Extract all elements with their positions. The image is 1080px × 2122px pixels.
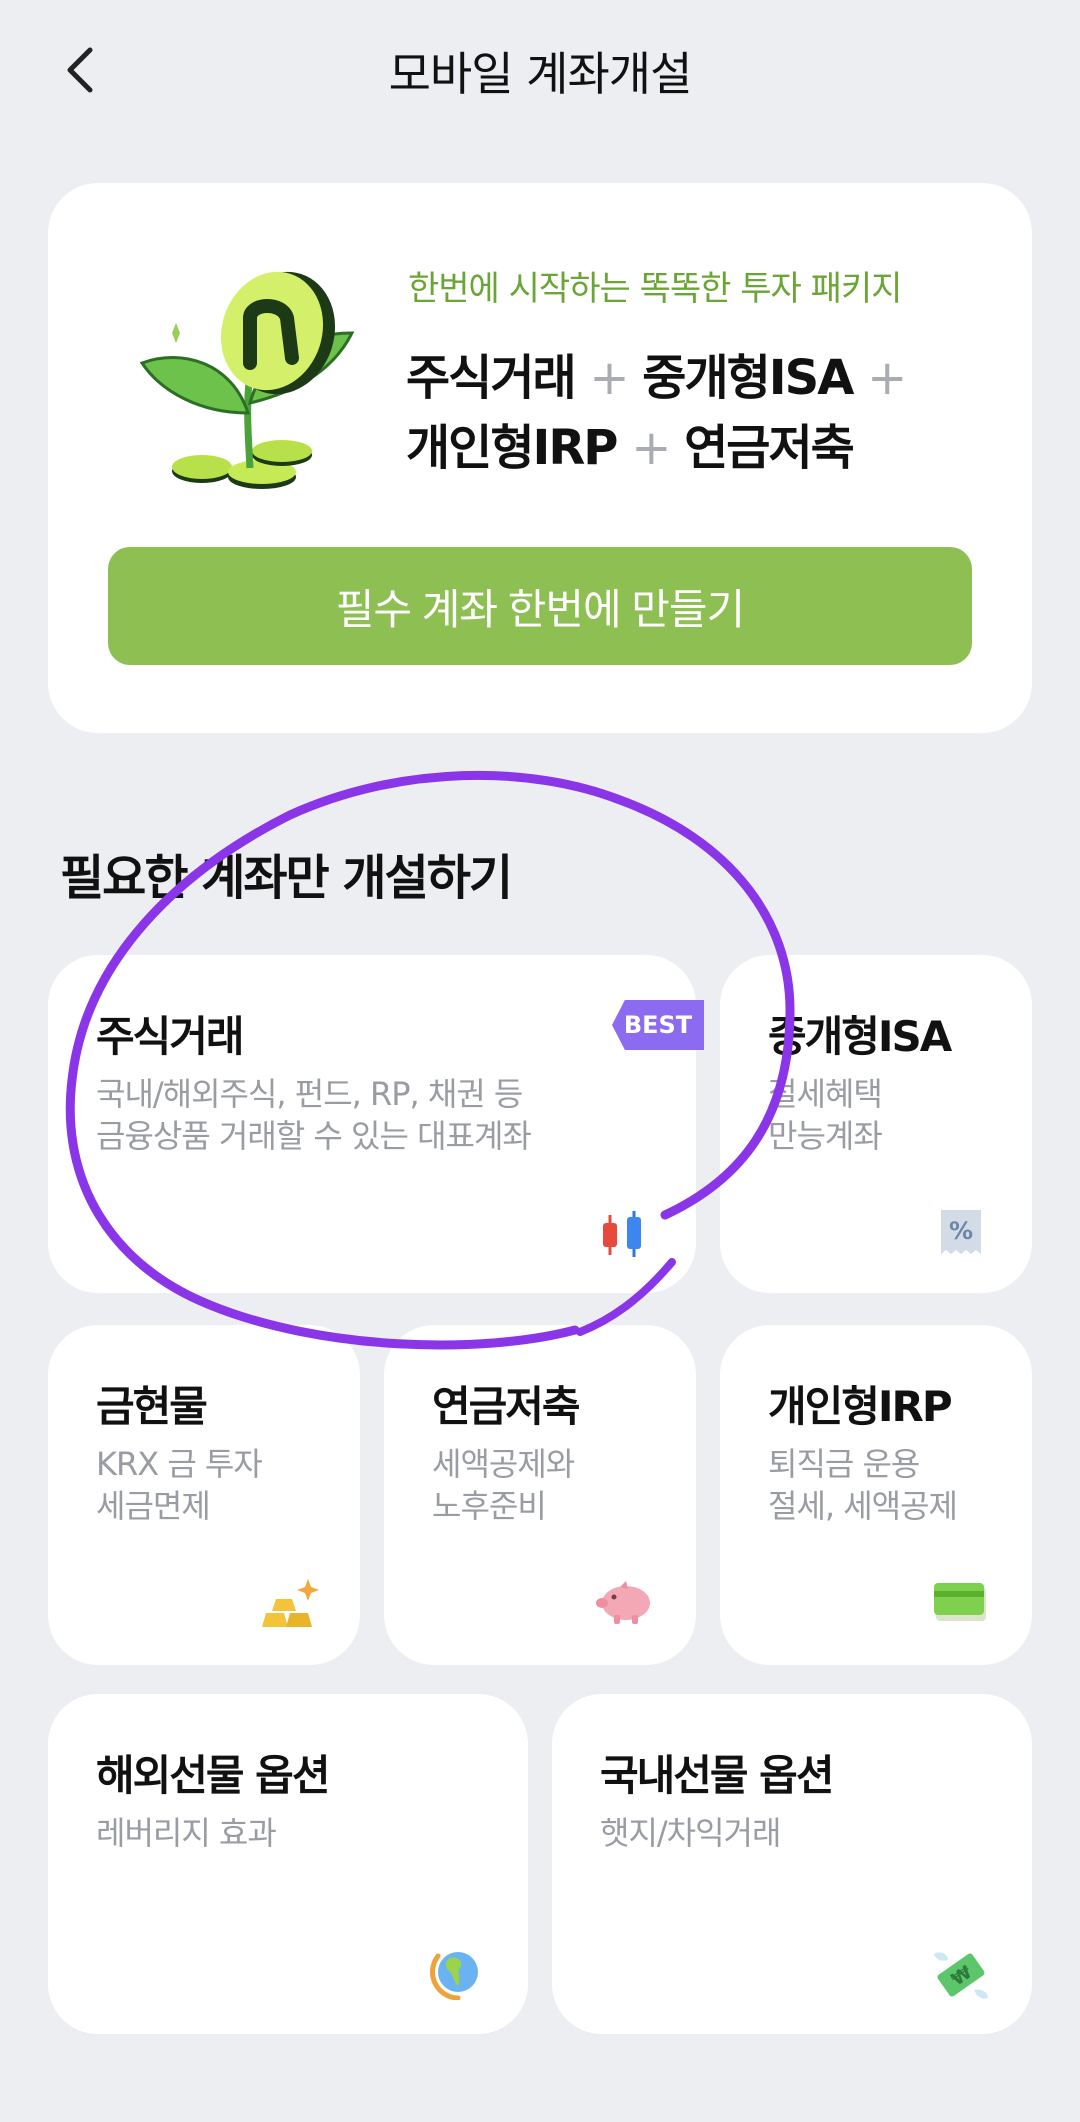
package-item-irp: 개인형IRP xyxy=(406,420,618,476)
tile-description: 퇴직금 운용 절세, 세액공제 xyxy=(768,1445,958,1525)
tile-domestic-futures[interactable]: 국내선물 옵션 햇지/차익거래 ₩ xyxy=(552,1694,1032,2034)
tile-pension-savings[interactable]: 연금저축 세액공제와 노후준비 xyxy=(384,1325,696,1665)
page-title: 모바일 계좌개설 xyxy=(388,47,693,101)
tile-title: 연금저축 xyxy=(432,1382,581,1431)
tile-description: 국내/해외주식, 펀드, RP, 채권 등 금융상품 거래할 수 있는 대표계좌 xyxy=(96,1075,532,1155)
package-item-isa: 중개형ISA xyxy=(642,350,854,406)
package-item-pension: 연금저축 xyxy=(684,420,855,476)
tile-description: 햇지/차익거래 xyxy=(600,1814,781,1852)
tile-gold[interactable]: 금현물 KRX 금 투자 세금면제 xyxy=(48,1325,360,1665)
tile-description: 세액공제와 노후준비 xyxy=(432,1445,575,1525)
tile-description: KRX 금 투자 세금면제 xyxy=(96,1445,263,1525)
percent-receipt-icon: % xyxy=(941,1210,981,1254)
sprout-coin-icon xyxy=(139,271,355,489)
plus-sign: + xyxy=(589,350,629,406)
tile-description: 레버리지 효과 xyxy=(96,1814,277,1852)
tile-description: 절세혜택 만능계좌 xyxy=(768,1075,883,1155)
tile-irp[interactable]: 개인형IRP 퇴직금 운용 절세, 세액공제 xyxy=(720,1325,1032,1665)
tile-title: 해외선물 옵션 xyxy=(96,1751,330,1800)
tile-title: 개인형IRP xyxy=(768,1382,953,1431)
card-icon xyxy=(934,1583,986,1621)
tile-title: 주식거래 xyxy=(96,1012,245,1061)
tile-title: 중개형ISA xyxy=(768,1012,952,1061)
candlestick-chart-icon xyxy=(603,1211,641,1257)
svg-text:%: % xyxy=(949,1217,973,1245)
tile-isa[interactable]: 중개형ISA 절세혜택 만능계좌 % xyxy=(720,955,1032,1293)
plus-sign: + xyxy=(867,350,907,406)
tile-stock-trading[interactable]: 주식거래 국내/해외주식, 펀드, RP, 채권 등 금융상품 거래할 수 있는… xyxy=(48,955,704,1293)
package-item-stock: 주식거래 xyxy=(406,350,577,406)
create-all-accounts-button[interactable]: 필수 계좌 한번에 만들기 xyxy=(108,547,972,665)
package-title: 주식거래 + 중개형ISA + 개인형IRP + 연금저축 xyxy=(406,343,907,483)
globe-icon xyxy=(430,1952,478,2000)
money-wings-icon: ₩ xyxy=(934,1952,988,1999)
best-badge: BEST xyxy=(612,1000,704,1050)
piggy-bank-icon xyxy=(596,1581,650,1624)
tile-title: 국내선물 옵션 xyxy=(600,1751,834,1800)
tile-title: 금현물 xyxy=(96,1382,208,1431)
header-bar: 모바일 계좌개설 xyxy=(0,0,1080,135)
section-title: 필요한 계좌만 개설하기 xyxy=(60,850,513,906)
tile-overseas-futures[interactable]: 해외선물 옵션 레버리지 효과 xyxy=(48,1694,528,2034)
package-line-2: 개인형IRP + 연금저축 xyxy=(406,413,905,483)
package-line-1: 주식거래 + 중개형ISA + xyxy=(406,343,907,413)
plus-sign: + xyxy=(631,420,671,476)
package-card: 한번에 시작하는 똑똑한 투자 패키지 주식거래 + 중개형ISA + 개인형I… xyxy=(48,183,1032,733)
package-subtitle: 한번에 시작하는 똑똑한 투자 패키지 xyxy=(408,269,902,309)
gold-bar-icon xyxy=(262,1579,319,1627)
